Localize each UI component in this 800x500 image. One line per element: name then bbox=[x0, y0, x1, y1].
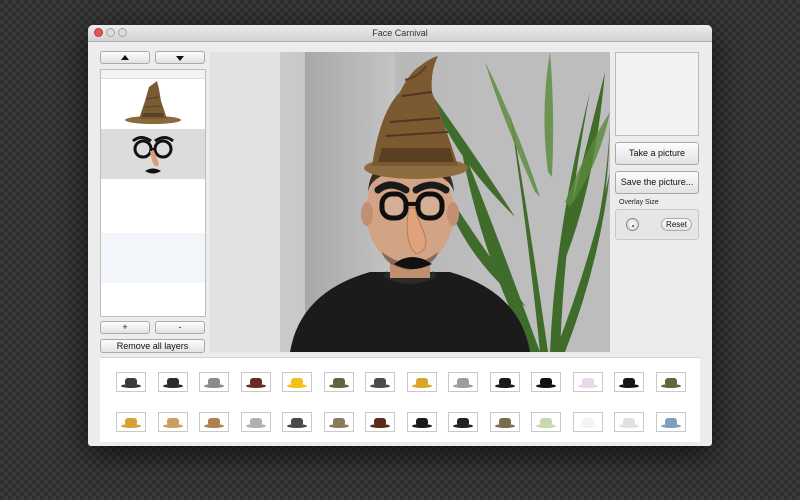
title-bar: Face Carnival bbox=[88, 25, 712, 42]
flat-cap-icon bbox=[494, 418, 515, 428]
overlay-size-group: Reset bbox=[615, 209, 699, 240]
gallery-item-army-helmet[interactable] bbox=[323, 372, 354, 392]
camo-cap-icon bbox=[660, 378, 681, 388]
hard-hat-icon bbox=[287, 378, 307, 388]
fedora-icon bbox=[204, 378, 224, 388]
layer-item-wizard-hat[interactable] bbox=[101, 79, 205, 129]
wizard-hat-icon bbox=[125, 81, 181, 124]
layer-list-empty-row bbox=[101, 233, 205, 283]
gallery-item-flat-cap[interactable] bbox=[489, 412, 520, 432]
layer-item-groucho-glasses[interactable] bbox=[101, 129, 205, 179]
cap-icon bbox=[245, 418, 266, 428]
chef-hat-icon bbox=[370, 418, 390, 428]
sombrero-icon bbox=[536, 418, 556, 428]
close-window-button[interactable] bbox=[94, 28, 103, 37]
gallery-item-cap[interactable] bbox=[240, 412, 271, 432]
gallery-item-beret[interactable] bbox=[614, 372, 644, 392]
gallery-item-crown[interactable] bbox=[406, 372, 437, 392]
gallery-item-chef-hat[interactable] bbox=[365, 412, 395, 432]
top-hat-icon bbox=[536, 378, 556, 388]
gallery-item-witch-hat[interactable] bbox=[282, 412, 312, 432]
beret-icon bbox=[619, 378, 639, 388]
reset-overlay-button[interactable]: Reset bbox=[661, 218, 692, 231]
gallery-item-army-helmet[interactable] bbox=[365, 372, 395, 392]
army-helmet-icon bbox=[328, 378, 349, 388]
straw-hat-icon bbox=[204, 418, 224, 428]
witch-hat-icon bbox=[287, 418, 307, 428]
minimize-window-button[interactable] bbox=[106, 28, 115, 37]
zoom-window-button[interactable] bbox=[118, 28, 127, 37]
gallery-item-baseball-cap[interactable] bbox=[572, 372, 603, 392]
gallery-item-top-hat[interactable] bbox=[531, 372, 561, 392]
crown-icon bbox=[411, 378, 432, 388]
gallery-item-flat-cap[interactable] bbox=[116, 372, 146, 392]
take-picture-button[interactable]: Take a picture bbox=[615, 142, 699, 165]
add-layer-button[interactable]: + bbox=[100, 321, 150, 334]
gallery-item-viking-helmet[interactable] bbox=[323, 412, 354, 432]
gallery-item-cowboy-hat[interactable] bbox=[240, 372, 271, 392]
flat-cap-icon bbox=[162, 378, 183, 388]
bandana-icon bbox=[619, 418, 639, 428]
goggles-icon bbox=[660, 418, 681, 428]
flat-cap-icon bbox=[121, 378, 141, 388]
gallery-item-straw-hat[interactable] bbox=[199, 412, 229, 432]
pirate-hat-icon bbox=[453, 418, 473, 428]
sun-hat-icon bbox=[121, 418, 141, 428]
arrow-up-icon bbox=[121, 54, 129, 60]
gallery-item-sombrero[interactable] bbox=[531, 412, 561, 432]
gallery-item-bowler-hat[interactable] bbox=[489, 372, 520, 392]
overlay-size-knob[interactable] bbox=[626, 218, 639, 231]
overlay-size-label: Overlay Size bbox=[619, 199, 659, 206]
arrow-down-icon bbox=[176, 55, 184, 61]
save-picture-button[interactable]: Save the picture... bbox=[615, 171, 699, 194]
bowler-hat-icon bbox=[494, 378, 515, 388]
overlay-gallery bbox=[100, 357, 700, 442]
chef-hat-icon bbox=[577, 418, 598, 428]
viking-helmet-icon bbox=[328, 418, 349, 428]
gallery-item-top-hat[interactable] bbox=[448, 372, 478, 392]
gallery-item-pirate-hat[interactable] bbox=[406, 412, 437, 432]
gallery-item-camo-cap[interactable] bbox=[655, 372, 686, 392]
army-helmet-icon bbox=[370, 378, 390, 388]
window-title: Face Carnival bbox=[372, 28, 428, 38]
groucho-glasses-icon bbox=[132, 136, 174, 174]
remove-all-layers-button[interactable]: Remove all layers bbox=[100, 339, 205, 353]
gallery-item-sun-hat[interactable] bbox=[116, 412, 146, 432]
top-hat-icon bbox=[453, 378, 473, 388]
remove-layer-button[interactable]: - bbox=[155, 321, 205, 334]
camera-view bbox=[210, 52, 610, 352]
layer-list-header bbox=[101, 70, 205, 79]
gallery-item-fedora[interactable] bbox=[199, 372, 229, 392]
cowboy-hat-icon bbox=[245, 378, 266, 388]
gallery-item-pirate-hat[interactable] bbox=[448, 412, 478, 432]
move-layer-down-button[interactable] bbox=[155, 51, 205, 64]
gallery-item-bandana[interactable] bbox=[614, 412, 644, 432]
app-window: Face Carnival + - Remove all layers Take… bbox=[88, 25, 712, 446]
gallery-item-hard-hat[interactable] bbox=[282, 372, 312, 392]
gallery-item-straw-hat[interactable] bbox=[157, 412, 188, 432]
move-layer-up-button[interactable] bbox=[100, 51, 150, 64]
gallery-item-goggles[interactable] bbox=[655, 412, 686, 432]
gallery-item-chef-hat[interactable] bbox=[572, 412, 603, 432]
layer-list[interactable] bbox=[100, 69, 206, 317]
gallery-item-flat-cap[interactable] bbox=[157, 372, 188, 392]
picture-preview bbox=[615, 52, 699, 136]
pirate-hat-icon bbox=[411, 418, 432, 428]
straw-hat-icon bbox=[162, 418, 183, 428]
baseball-cap-icon bbox=[577, 378, 598, 388]
